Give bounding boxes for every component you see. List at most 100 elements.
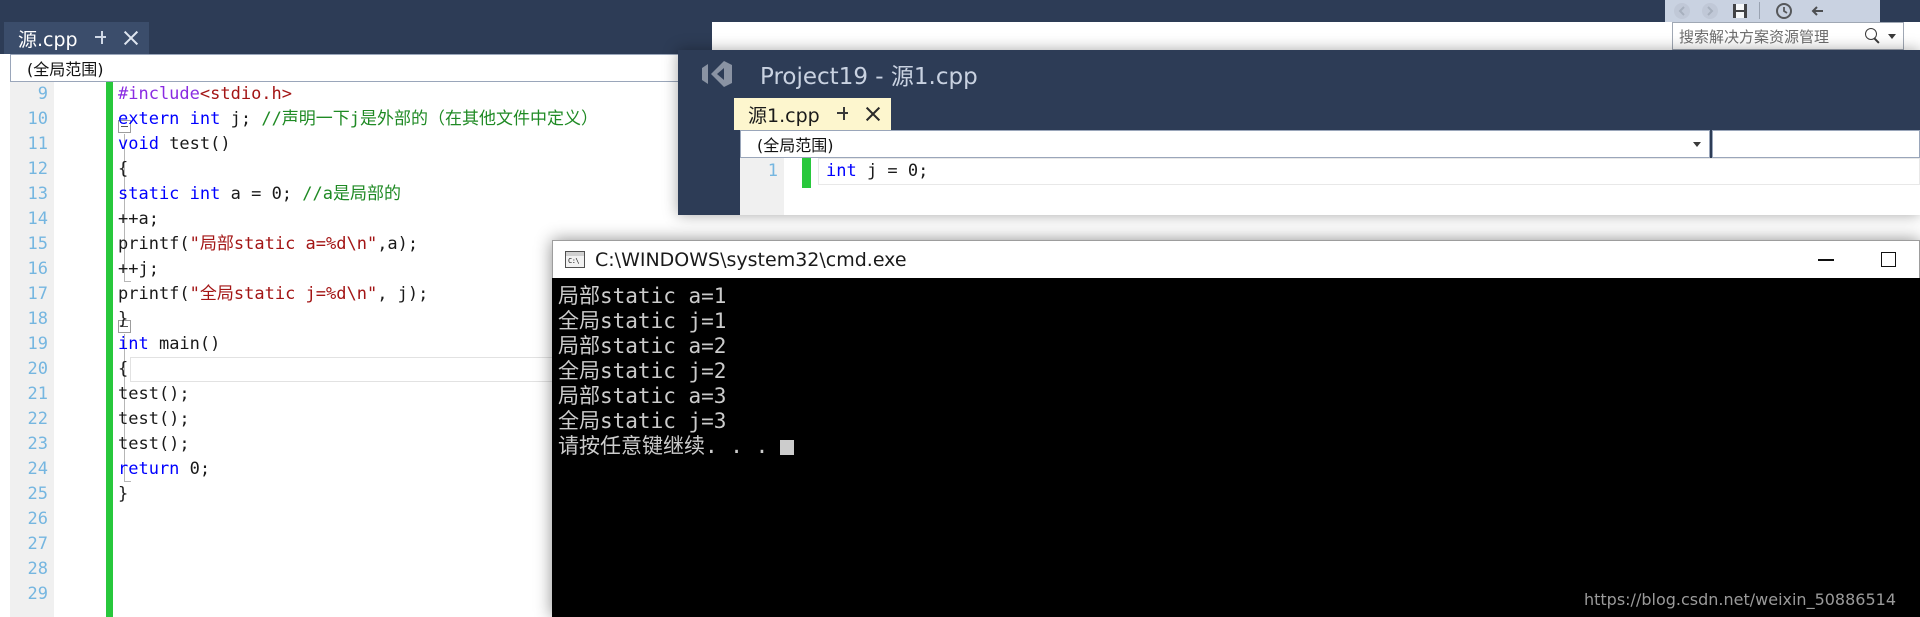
chevron-down-icon[interactable] [1693, 141, 1701, 147]
code-editor-project19[interactable]: 1 int j = 0; [740, 158, 1920, 215]
back-icon[interactable] [1673, 2, 1691, 20]
close-icon[interactable] [123, 30, 139, 46]
line-number: 25 [27, 484, 48, 504]
line-number: 13 [27, 184, 48, 204]
member-dropdown[interactable] [1712, 130, 1920, 158]
visual-studio-logo-icon [700, 59, 734, 89]
code-line[interactable]: return 0; [118, 457, 210, 482]
line-number: 1 [767, 161, 778, 181]
line-number: 10 [27, 109, 48, 129]
tab-source1-cpp[interactable]: 源1.cpp [734, 98, 891, 130]
code-token: } [118, 309, 129, 329]
line-number: 23 [27, 434, 48, 454]
code-token: int [189, 184, 221, 204]
code-token: 0; [179, 459, 211, 479]
code-token: "全局static j=%d\n" [189, 284, 378, 304]
code-line[interactable]: ++j; [118, 257, 159, 282]
code-line[interactable]: test(); [118, 407, 190, 432]
code-token: main() [148, 334, 221, 354]
code-token: //a是局部的 [302, 184, 401, 204]
scope-bar[interactable]: (全局范围) [10, 54, 712, 82]
vs-toolbar-strip [1665, 0, 1880, 22]
toolbar-divider [1759, 2, 1760, 19]
code-token: "局部static a=%d\n" [189, 234, 378, 254]
line-number: 9 [37, 84, 48, 104]
pin-icon[interactable] [92, 29, 110, 47]
code-line[interactable]: ++a; [118, 207, 159, 232]
code-line[interactable]: void test() [118, 132, 231, 157]
cmd-console-window[interactable]: C:\ C:\WINDOWS\system32\cmd.exe 局部static… [552, 240, 1920, 617]
code-token: j = 0; [856, 161, 929, 181]
undo-icon[interactable] [1809, 2, 1827, 20]
code-token: //声明一下j是外部的（在其他文件中定义） [261, 109, 599, 129]
code-line[interactable]: static int a = 0; //a是局部的 [118, 182, 401, 207]
code-line[interactable]: test(); [118, 382, 190, 407]
line-number: 26 [27, 509, 48, 529]
code-line[interactable]: extern int j; //声明一下j是外部的（在其他文件中定义） [118, 107, 598, 132]
chevron-down-icon[interactable] [1888, 33, 1896, 39]
history-icon[interactable] [1775, 2, 1793, 20]
code-token: a = 0; [220, 184, 303, 204]
vs-title-bar [0, 0, 1920, 22]
code-line[interactable]: test(); [118, 432, 190, 457]
console-output: 局部static a=1 全局static j=1 局部static a=2 全局st… [552, 278, 1920, 617]
code-line[interactable]: int j = 0; [826, 158, 928, 185]
code-token: return [118, 459, 180, 479]
maximize-icon [1880, 252, 1896, 267]
maximize-button[interactable] [1857, 242, 1919, 278]
scope-value: (全局范围) [27, 60, 104, 79]
code-token: test(); [118, 384, 190, 404]
scope-value: (全局范围) [757, 136, 834, 155]
watermark-url: https://blog.csdn.net/weixin_50886514 [1583, 590, 1896, 609]
line-number: 12 [27, 159, 48, 179]
close-icon[interactable] [865, 106, 881, 122]
search-icon[interactable] [1865, 27, 1882, 45]
line-number: 15 [27, 234, 48, 254]
solution-search-input[interactable]: 搜索解决方案资源管理 [1672, 22, 1904, 50]
console-line: 全局static j=2 [558, 359, 727, 383]
vs-window-title: Project19 - 源1.cpp [760, 64, 978, 90]
code-line[interactable]: #include<stdio.h> [118, 82, 292, 107]
code-line[interactable]: int main() [118, 332, 220, 357]
line-number: 22 [27, 409, 48, 429]
console-title: C:\WINDOWS\system32\cmd.exe [595, 248, 907, 271]
vs-project19-window[interactable]: Project19 - 源1.cpp 源1.cpp (全局范围) 1 int j … [678, 50, 1920, 215]
console-line: 局部static a=1 [558, 284, 727, 308]
forward-icon[interactable] [1701, 2, 1719, 20]
code-token: test(); [118, 409, 190, 429]
console-line: 局部static a=2 [558, 334, 727, 358]
code-line[interactable]: { [118, 157, 128, 182]
tab-source-cpp[interactable]: 源.cpp [4, 22, 149, 54]
code-token: ,a); [377, 234, 419, 254]
line-number: 20 [27, 359, 48, 379]
console-title-bar: C:\ C:\WINDOWS\system32\cmd.exe [552, 240, 1920, 278]
block-cursor [780, 440, 795, 455]
code-line[interactable]: printf("局部static a=%d\n",a); [118, 232, 418, 257]
code-token: static [118, 184, 180, 204]
code-token: int [826, 161, 857, 181]
code-line[interactable]: } [118, 482, 128, 507]
code-token: { [118, 359, 129, 379]
line-number: 27 [27, 534, 48, 554]
vs-window-title-bar: Project19 - 源1.cpp [678, 50, 1920, 98]
save-all-icon[interactable] [1731, 2, 1749, 20]
code-token: j; [220, 109, 262, 129]
code-token: <stdio.h> [199, 84, 293, 104]
code-line[interactable]: { [118, 357, 128, 382]
minimize-icon [1818, 258, 1834, 261]
search-placeholder: 搜索解决方案资源管理 [1679, 27, 1830, 46]
code-token: } [118, 484, 129, 504]
scope-bar[interactable]: (全局范围) [740, 130, 1710, 158]
code-token: #include [118, 84, 200, 104]
line-number: 16 [27, 259, 48, 279]
code-token: int [189, 109, 221, 129]
pin-icon[interactable] [834, 105, 852, 123]
code-token: , j); [377, 284, 429, 304]
code-line[interactable]: } [118, 307, 128, 332]
line-number: 21 [27, 384, 48, 404]
code-line[interactable]: printf("全局static j=%d\n", j); [118, 282, 428, 307]
minimize-button[interactable] [1795, 242, 1857, 278]
code-token: void [118, 134, 159, 154]
console-prompt-text: 请按任意键继续. . . [558, 434, 769, 458]
